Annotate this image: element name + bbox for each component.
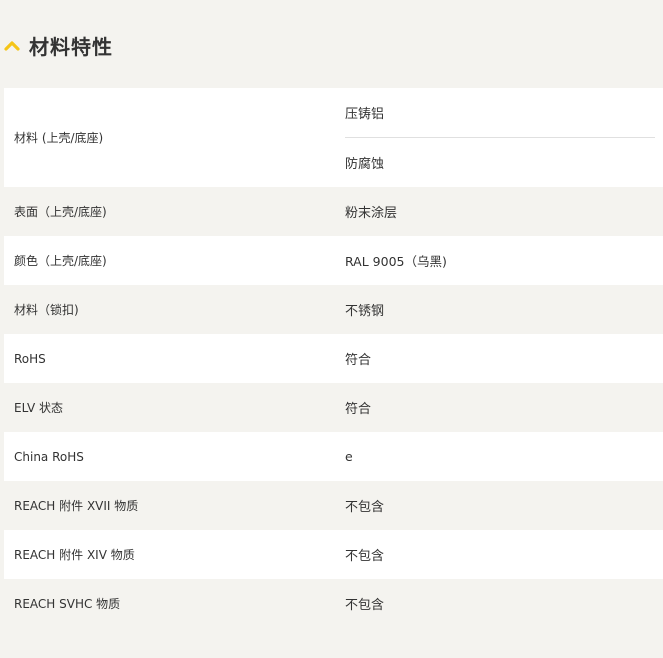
table-row: REACH 附件 XVII 物质 不包含 (4, 481, 663, 530)
table-row: REACH 附件 XIV 物质 不包含 (4, 530, 663, 579)
row-value: 不包含 (345, 598, 385, 613)
section-title: 材料特性 (29, 34, 113, 59)
section-header[interactable]: 材料特性 (4, 30, 113, 60)
row-value: e (345, 449, 353, 464)
row-value: RAL 9005（乌黑) (345, 254, 447, 269)
row-label: 材料（锁扣) (14, 303, 79, 317)
row-value-list: 压铸铝 防腐蚀 (335, 88, 663, 187)
row-value: 不包含 (345, 500, 385, 515)
table-row: 表面（上壳/底座) 粉末涂层 (4, 187, 663, 236)
row-label: 材料 (上壳/底座) (14, 131, 104, 145)
row-value: 防腐蚀 (345, 137, 655, 187)
row-label: REACH 附件 XVII 物质 (14, 499, 139, 513)
table-row: 材料 (上壳/底座) 压铸铝 防腐蚀 (4, 88, 663, 187)
table-row: 材料（锁扣) 不锈钢 (4, 285, 663, 334)
row-value: 符合 (345, 353, 372, 368)
row-label: REACH 附件 XIV 物质 (14, 548, 135, 562)
material-properties-table: 材料 (上壳/底座) 压铸铝 防腐蚀 表面（上壳/底座) 粉末涂层 颜色（上壳/… (4, 88, 663, 628)
row-label: 颜色（上壳/底座) (14, 254, 107, 268)
row-value: 粉末涂层 (345, 206, 398, 221)
row-value: 不锈钢 (345, 304, 385, 319)
row-label: RoHS (14, 351, 46, 366)
row-value: 不包含 (345, 549, 385, 564)
row-label: REACH SVHC 物质 (14, 597, 121, 611)
chevron-up-icon[interactable] (4, 39, 20, 51)
table-row: RoHS 符合 (4, 334, 663, 383)
table-row: REACH SVHC 物质 不包含 (4, 579, 663, 628)
row-label: ELV 状态 (14, 401, 63, 415)
row-label: China RoHS (14, 449, 84, 464)
table-row: China RoHS e (4, 432, 663, 481)
row-value: 压铸铝 (345, 107, 385, 122)
row-value: 符合 (345, 402, 372, 417)
table-row: 颜色（上壳/底座) RAL 9005（乌黑) (4, 236, 663, 285)
row-label: 表面（上壳/底座) (14, 205, 107, 219)
table-row: ELV 状态 符合 (4, 383, 663, 432)
